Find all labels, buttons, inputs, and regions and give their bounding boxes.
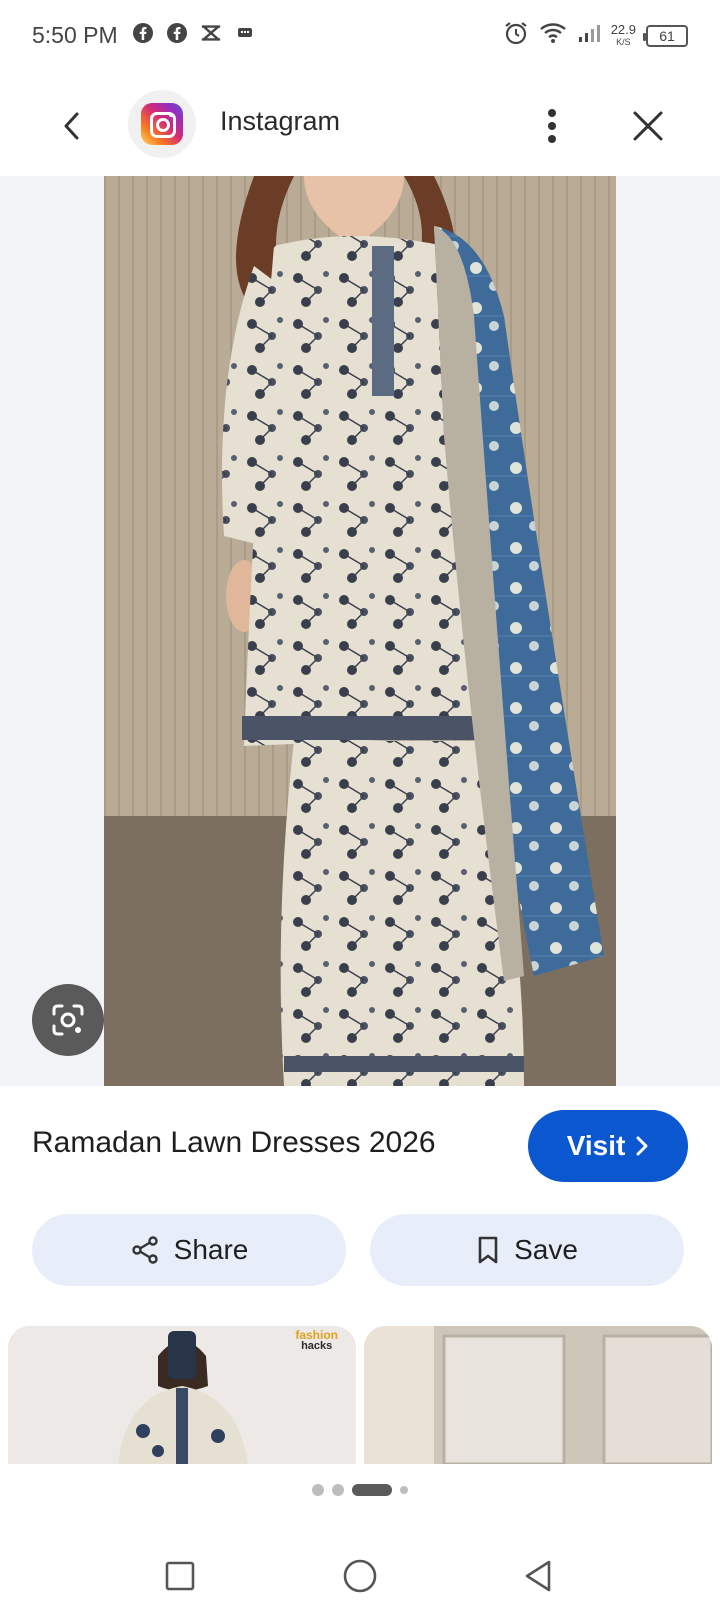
bookmark-icon <box>478 1236 498 1264</box>
message-icon <box>234 22 256 44</box>
share-label: Share <box>173 1234 249 1265</box>
lens-search-button[interactable] <box>32 984 104 1056</box>
close-button[interactable] <box>624 102 672 150</box>
recents-button[interactable] <box>150 1546 210 1606</box>
share-icon <box>131 1236 158 1264</box>
page-dot <box>332 1484 344 1496</box>
chevron-left-icon <box>64 112 79 140</box>
share-button[interactable]: Share <box>32 1214 346 1286</box>
related-result-thumbnail[interactable]: fashion hacks <box>8 1326 356 1464</box>
app-header: Instagram <box>0 82 720 176</box>
status-time: 5:50 PM <box>32 22 118 48</box>
network-speed-unit: K/S <box>616 36 631 47</box>
visit-label: Visit <box>566 1130 626 1161</box>
close-icon <box>633 111 663 141</box>
lens-icon <box>52 1004 84 1036</box>
logo-text-line2: hacks <box>301 1340 333 1352</box>
status-system-icons: 22.9 K/S 61 <box>503 20 688 51</box>
image-preview-area <box>0 176 720 1086</box>
alarm-icon <box>503 20 529 51</box>
system-navigation-bar <box>0 1536 720 1612</box>
instagram-icon <box>141 103 183 145</box>
signal-icon <box>577 22 601 49</box>
source-app-logo <box>128 90 196 158</box>
triangle-back-icon <box>525 1560 551 1592</box>
square-icon <box>165 1561 195 1591</box>
status-bar: 5:50 PM 22.9 K/S 61 <box>0 0 720 72</box>
page-dot-active <box>352 1484 392 1496</box>
system-back-button[interactable] <box>508 1546 568 1606</box>
related-result-thumbnail[interactable] <box>364 1326 712 1464</box>
source-app-name: Instagram <box>220 106 341 136</box>
battery-indicator: 61 <box>643 24 688 47</box>
more-options-button[interactable] <box>530 102 574 150</box>
fashion-hacks-logo: fashion hacks <box>295 1329 338 1352</box>
home-button[interactable] <box>330 1546 390 1606</box>
page-dot <box>400 1486 408 1494</box>
carousel-page-indicator <box>0 1480 720 1500</box>
result-title: Ramadan Lawn Dresses 2026 <box>32 1126 436 1159</box>
wifi-icon <box>539 21 567 50</box>
capcut-icon <box>200 22 222 44</box>
visit-button[interactable]: Visit <box>528 1110 688 1182</box>
page-dot <box>312 1484 324 1496</box>
network-speed-value: 22.9 <box>610 21 636 37</box>
more-vert-icon <box>548 109 556 143</box>
facebook-icon <box>132 22 154 44</box>
circle-icon <box>343 1559 377 1593</box>
back-button[interactable] <box>50 104 94 148</box>
result-image[interactable] <box>104 176 616 1086</box>
network-speed: 22.9 K/S <box>610 21 636 48</box>
save-label: Save <box>514 1234 578 1265</box>
chevron-right-icon <box>636 1136 648 1156</box>
save-button[interactable]: Save <box>370 1214 684 1286</box>
status-notification-icons <box>132 22 256 44</box>
facebook-icon <box>166 22 188 44</box>
